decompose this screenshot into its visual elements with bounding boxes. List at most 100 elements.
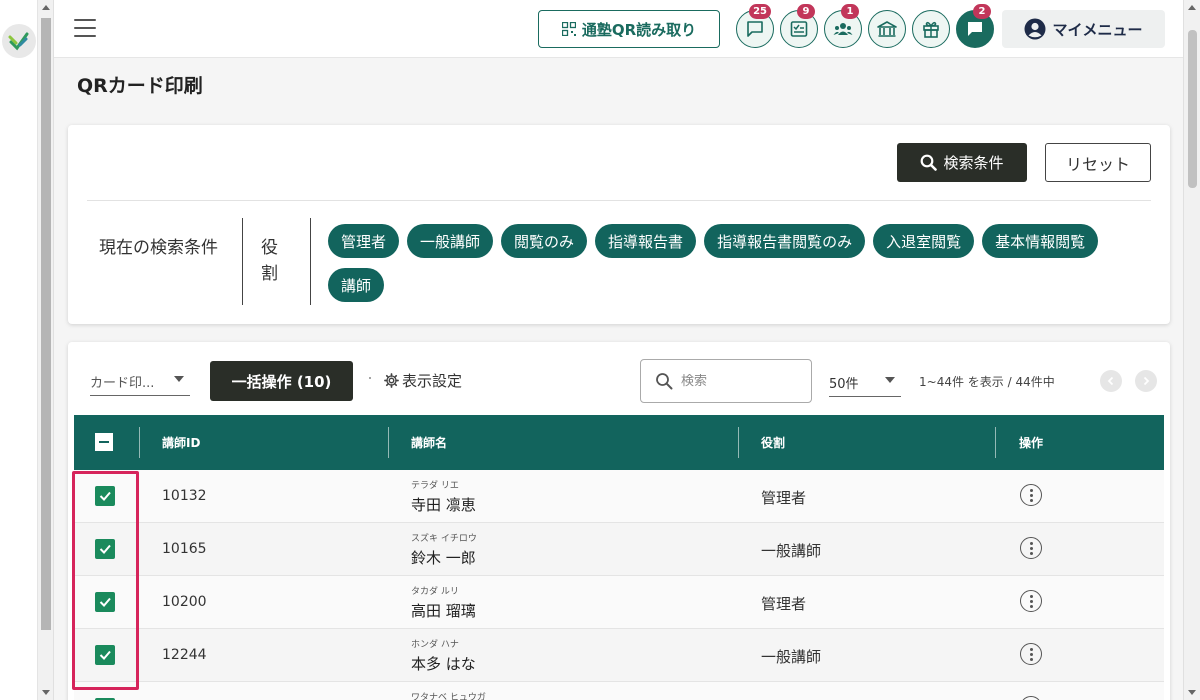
scroll-up-arrow-icon[interactable] [1188, 5, 1196, 10]
role-chip[interactable]: 閲覧のみ [501, 224, 588, 258]
divider [242, 218, 243, 305]
scrollbar-thumb[interactable] [41, 18, 51, 630]
row-actions-icon[interactable] [1020, 537, 1042, 559]
chevron-left-icon [1107, 376, 1114, 386]
table-header: 講師ID 講師名 役割 操作 [74, 415, 1164, 470]
teacher-role: 管理者 [761, 489, 807, 507]
column-header-role[interactable]: 役割 [761, 415, 785, 470]
tasks-button[interactable]: 9 [780, 4, 818, 48]
row-actions-icon[interactable] [1020, 590, 1042, 612]
search-input[interactable] [681, 373, 791, 389]
scroll-down-arrow-icon[interactable] [42, 690, 50, 695]
group-icon [833, 23, 853, 35]
teacher-name: 高田 瑠璃 [411, 602, 476, 620]
row-checkbox[interactable] [95, 486, 115, 506]
table-row[interactable]: 12244 ホンダ ハナ 本多 はな 一般講師 [74, 629, 1164, 682]
top-header: 通塾QR読み取り 25 9 1 2 マイメニュー [54, 0, 1183, 58]
card-type-select[interactable]: カード印... [90, 368, 190, 396]
dropdown-caret-icon [885, 377, 895, 383]
check-icon [99, 650, 111, 660]
teacher-role: 一般講師 [761, 542, 822, 560]
scrollbar-thumb[interactable] [1188, 30, 1197, 188]
display-settings-button[interactable]: 表示設定 [384, 370, 462, 391]
table-row[interactable]: ワタナベ ヒュウガ [74, 682, 1164, 700]
row-actions-icon[interactable] [1020, 484, 1042, 506]
divider [87, 200, 1151, 201]
qr-scan-button[interactable]: 通塾QR読み取り [538, 10, 720, 48]
teacher-id: 10165 [162, 541, 207, 557]
row-checkbox[interactable] [95, 645, 115, 665]
scroll-up-arrow-icon[interactable] [42, 5, 50, 10]
row-checkbox[interactable] [95, 592, 115, 612]
pagination-range-text: 1~44件 を表示 / 44件中 [919, 375, 1055, 389]
table-body: 10132 テラダ リエ 寺田 凛恵 管理者 10165 スズキ イチロウ 鈴木… [74, 470, 1164, 700]
gear-icon [384, 373, 399, 388]
separator-dot [369, 377, 371, 379]
teacher-name: 鈴木 一郎 [411, 549, 476, 567]
column-header-id[interactable]: 講師ID [162, 415, 200, 470]
reset-button[interactable]: リセット [1045, 143, 1151, 182]
column-header-name[interactable]: 講師名 [411, 415, 447, 470]
search-conditions-label: 検索条件 [943, 154, 1004, 172]
teacher-name-kana: テラダ リエ [411, 481, 459, 491]
role-chip[interactable]: 管理者 [328, 224, 400, 258]
left-scrollbar[interactable] [38, 0, 54, 700]
qr-code-icon [561, 22, 576, 36]
table-row[interactable]: 10165 スズキ イチロウ 鈴木 一郎 一般講師 [74, 523, 1164, 576]
gift-icon [923, 21, 939, 38]
app-logo-icon[interactable] [2, 24, 36, 58]
notification-badge: 1 [841, 4, 859, 19]
teacher-name: 寺田 凛恵 [411, 496, 476, 514]
role-chip[interactable]: 入退室閲覧 [873, 224, 975, 258]
teacher-name-kana: スズキ イチロウ [411, 534, 477, 544]
teacher-id: 10132 [162, 488, 207, 504]
school-button[interactable] [868, 10, 906, 48]
prev-page-button[interactable] [1100, 370, 1122, 392]
teacher-list-card: カード印... 一括操作 (10) 表示設定 50件 1~44件 を表示 / 4… [68, 342, 1170, 700]
current-conditions-label: 現在の検索条件 [99, 238, 218, 258]
role-chip[interactable]: 指導報告書閲覧のみ [704, 224, 866, 258]
row-actions-icon[interactable] [1020, 643, 1042, 665]
column-divider [388, 427, 389, 458]
row-actions-icon[interactable] [1020, 696, 1042, 700]
right-scrollbar[interactable] [1183, 0, 1200, 700]
teacher-role: 一般講師 [761, 648, 822, 666]
chat-button[interactable]: 25 [736, 4, 774, 48]
search-conditions-button[interactable]: 検索条件 [897, 143, 1027, 182]
role-chip[interactable]: 基本情報閲覧 [982, 224, 1099, 258]
per-page-select[interactable]: 50件 [829, 369, 901, 397]
role-chip[interactable]: 指導報告書 [595, 224, 697, 258]
check-icon [99, 491, 111, 501]
next-page-button[interactable] [1135, 370, 1157, 392]
table-row[interactable]: 10200 タカダ ルリ 高田 瑠璃 管理者 [74, 576, 1164, 629]
row-checkbox[interactable] [95, 539, 115, 559]
search-box[interactable] [640, 359, 812, 403]
table-row[interactable]: 10132 テラダ リエ 寺田 凛恵 管理者 [74, 470, 1164, 523]
my-menu-button[interactable]: マイメニュー [1002, 10, 1165, 48]
column-divider [139, 427, 140, 458]
select-all-checkbox[interactable] [95, 433, 113, 451]
role-filter-label: 役割 [261, 238, 278, 284]
gift-button[interactable] [912, 10, 950, 48]
notification-badge: 2 [973, 4, 991, 19]
message-icon [968, 22, 982, 36]
messages-button[interactable]: 2 [956, 4, 994, 48]
search-icon [921, 154, 938, 171]
chevron-right-icon [1143, 376, 1150, 386]
scroll-down-arrow-icon[interactable] [1188, 690, 1196, 695]
teacher-role: 管理者 [761, 595, 807, 613]
group-button[interactable]: 1 [824, 4, 862, 48]
hamburger-menu-icon[interactable] [74, 19, 96, 37]
teacher-id: 10200 [162, 594, 207, 610]
display-settings-label: 表示設定 [402, 372, 463, 390]
role-chip[interactable]: 講師 [328, 268, 385, 302]
my-menu-label: マイメニュー [1052, 20, 1143, 39]
check-icon [99, 544, 111, 554]
bulk-action-button[interactable]: 一括操作 (10) [210, 361, 353, 401]
checklist-icon [790, 21, 808, 37]
dropdown-caret-icon [174, 376, 184, 382]
qr-scan-label: 通塾QR読み取り [581, 20, 697, 39]
role-chip[interactable]: 一般講師 [407, 224, 494, 258]
column-divider [995, 427, 996, 458]
account-circle-icon [1024, 18, 1046, 40]
